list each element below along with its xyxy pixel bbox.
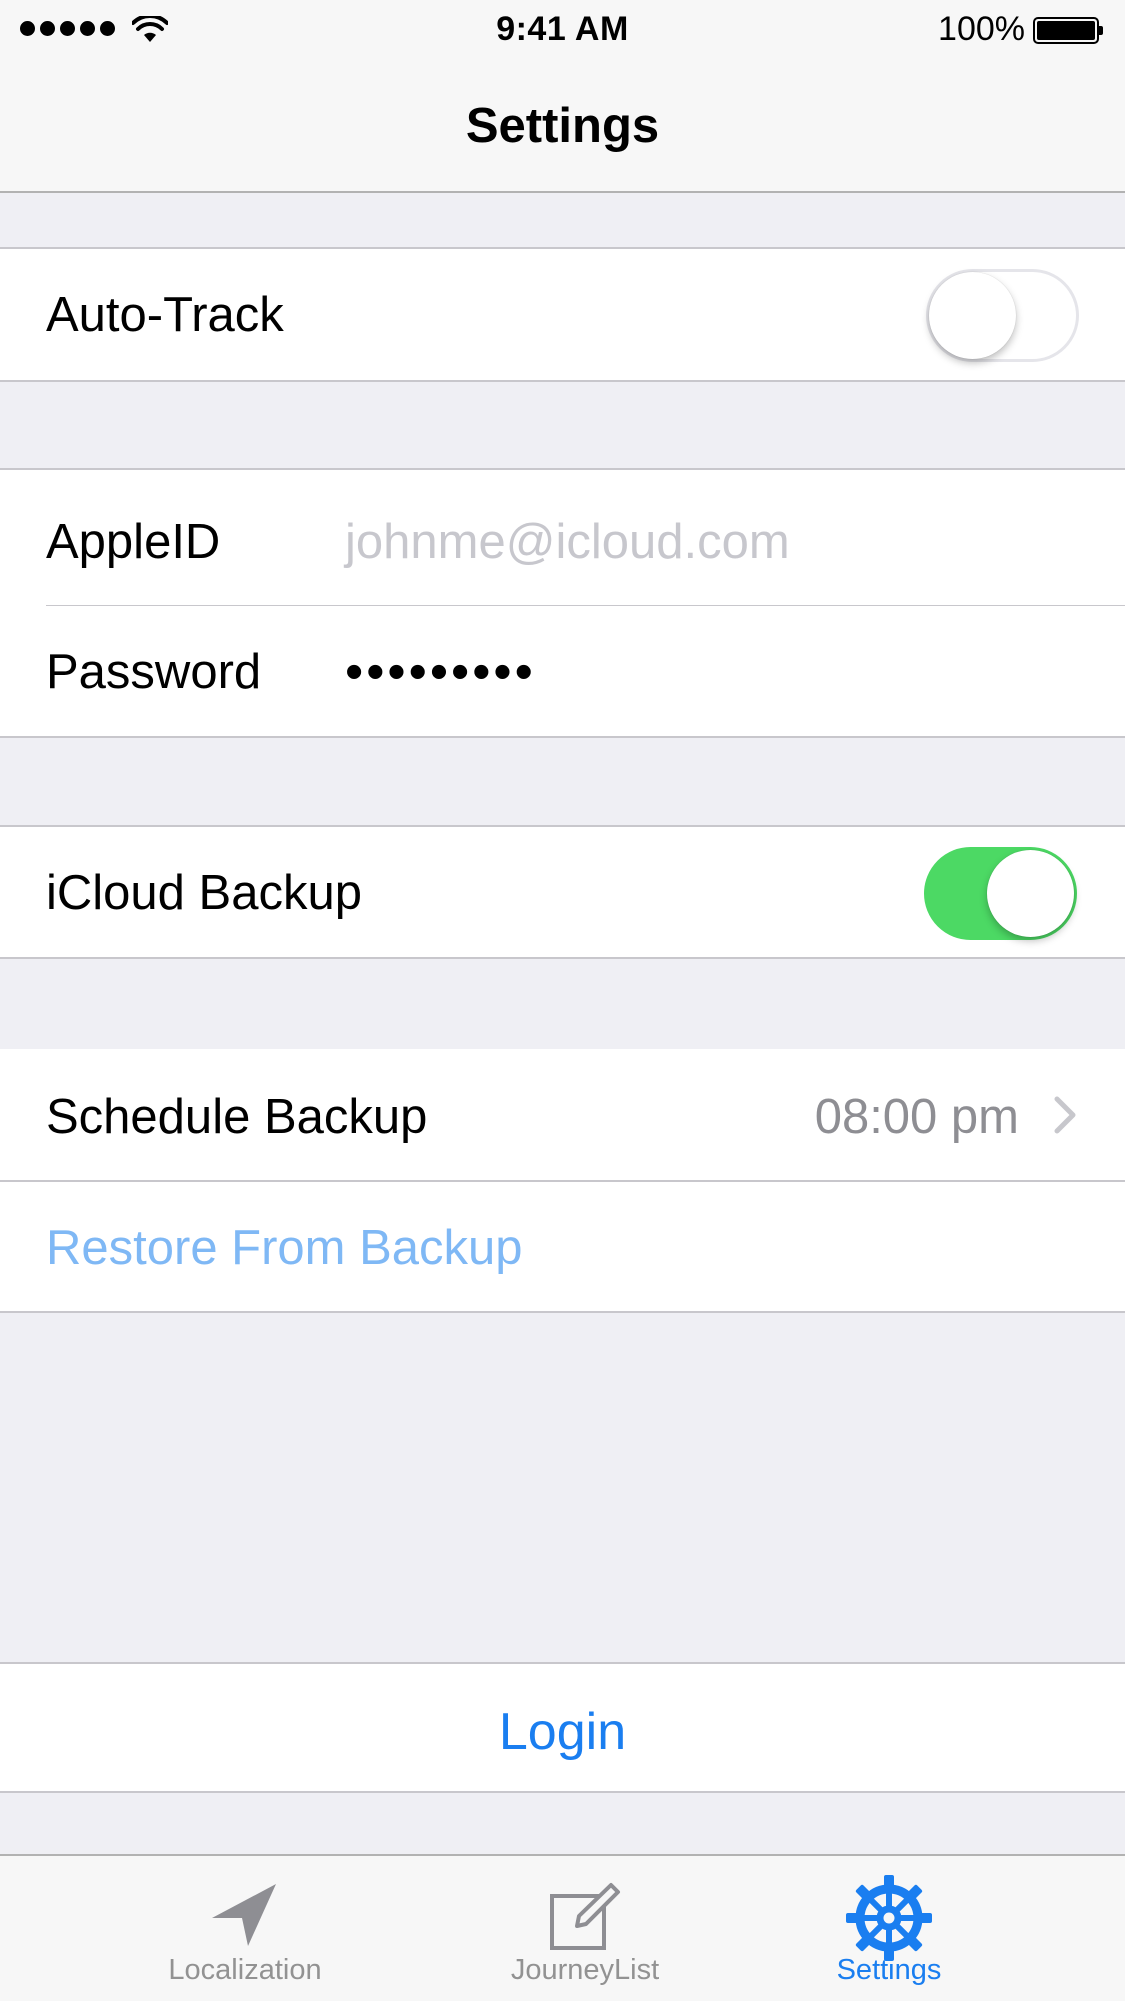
tab-label: Settings (836, 1954, 942, 1986)
apple-id-label: AppleID (46, 515, 221, 569)
restore-from-backup-button[interactable]: Restore From Backup (46, 1220, 523, 1276)
tab-settings[interactable]: Settings (789, 1856, 989, 2001)
auto-track-label: Auto-Track (46, 288, 284, 342)
password-field[interactable]: ••••••••• (345, 642, 536, 702)
password-label: Password (46, 645, 262, 699)
battery-percentage: 100% (938, 10, 1025, 48)
schedule-backup-label: Schedule Backup (46, 1090, 428, 1144)
status-bar: 9:41 AM 100% (0, 0, 1125, 60)
auto-track-row: Auto-Track (0, 247, 1125, 382)
auto-track-switch[interactable] (926, 269, 1079, 362)
tab-journeylist[interactable]: JourneyList (485, 1856, 685, 2001)
login-row[interactable]: Login (0, 1662, 1125, 1793)
gear-icon (846, 1875, 932, 1961)
switch-knob (987, 850, 1074, 937)
row-separator (46, 605, 1125, 606)
switch-knob (929, 272, 1016, 359)
icloud-backup-switch[interactable] (924, 847, 1077, 940)
restore-backup-row[interactable]: Restore From Backup (0, 1182, 1125, 1313)
tab-label: JourneyList (510, 1954, 660, 1986)
apple-id-field[interactable]: johnme@icloud.com (345, 514, 790, 570)
schedule-backup-time: 08:00 pm (814, 1090, 1019, 1144)
location-arrow-icon (212, 1884, 276, 1946)
login-button[interactable]: Login (0, 1702, 1125, 1762)
icloud-backup-label: iCloud Backup (46, 866, 362, 920)
compose-icon (550, 1883, 620, 1950)
tab-label: Localization (168, 1954, 322, 1986)
tab-bar: Localization JourneyList Settings (0, 1854, 1125, 2001)
page-title: Settings (465, 99, 660, 153)
tab-localization[interactable]: Localization (145, 1856, 345, 2001)
battery-icon (1033, 17, 1103, 44)
schedule-backup-row[interactable]: Schedule Backup 08:00 pm (0, 1049, 1125, 1182)
navigation-bar: Settings (0, 60, 1125, 193)
icloud-backup-row: iCloud Backup (0, 825, 1125, 959)
chevron-right-icon (1054, 1096, 1076, 1134)
account-group: AppleID johnme@icloud.com Password •••••… (0, 468, 1125, 738)
